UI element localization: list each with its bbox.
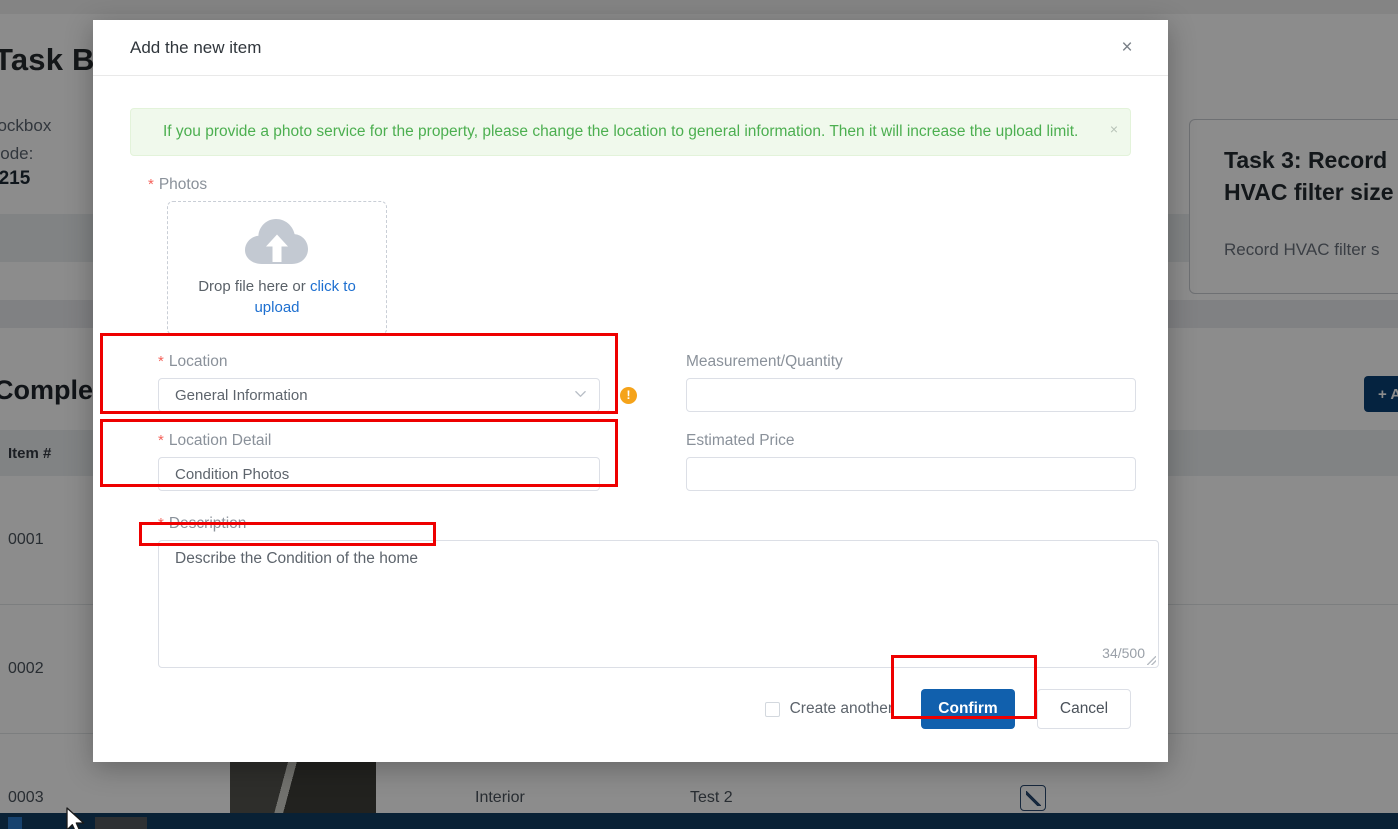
location-detail-field-group: * Location Detail Condition Photos	[158, 432, 637, 491]
estimated-price-label: Estimated Price	[686, 432, 795, 449]
modal-body: If you provide a photo service for the p…	[93, 76, 1168, 668]
required-marker: *	[158, 515, 164, 532]
description-character-counter: 34/500	[1102, 645, 1145, 661]
measurement-label: Measurement/Quantity	[686, 353, 843, 370]
confirm-button[interactable]: Confirm	[921, 689, 1015, 729]
modal-footer: Create another Confirm Cancel	[93, 668, 1168, 764]
description-field-group: * Description Describe the Condition of …	[158, 515, 1159, 668]
create-another-wrap[interactable]: Create another	[764, 700, 893, 718]
measurement-input[interactable]	[686, 378, 1136, 412]
location-label-text: Location	[168, 353, 228, 370]
description-value: Describe the Condition of the home	[175, 550, 418, 567]
required-marker: *	[158, 353, 164, 370]
form-column-right: Measurement/Quantity Estimated Price	[686, 353, 1136, 511]
create-another-checkbox[interactable]	[764, 701, 780, 717]
photos-label: * Photos	[148, 176, 1131, 194]
photo-upload-dropzone[interactable]: Drop file here or click to upload	[167, 201, 387, 335]
description-textarea[interactable]: Describe the Condition of the home 34/50…	[158, 540, 1159, 668]
location-detail-input[interactable]: Condition Photos	[158, 457, 600, 491]
cloud-upload-icon	[242, 218, 312, 270]
form-grid: * Location General Information ! * Locat…	[130, 353, 1136, 511]
chevron-down-icon[interactable]	[574, 387, 587, 403]
alert-close-icon[interactable]: ×	[1110, 122, 1118, 136]
location-field-group: * Location General Information !	[158, 353, 637, 412]
location-select[interactable]: General Information	[158, 378, 600, 412]
upload-drop-text: Drop file here or	[198, 278, 310, 295]
form-column-left: * Location General Information ! * Locat…	[158, 353, 637, 511]
estimated-price-input[interactable]	[686, 457, 1136, 491]
create-another-label: Create another	[789, 700, 893, 717]
description-label: * Description	[158, 515, 1159, 533]
resize-handle-icon[interactable]	[1147, 656, 1156, 665]
alert-message: If you provide a photo service for the p…	[163, 123, 1079, 140]
modal-title: Add the new item	[130, 37, 262, 57]
measurement-field-group: Measurement/Quantity	[686, 353, 1136, 412]
add-new-item-modal: Add the new item × If you provide a phot…	[93, 20, 1168, 762]
required-marker: *	[148, 176, 154, 193]
required-marker: *	[158, 432, 164, 449]
description-label-text: Description	[168, 515, 247, 532]
location-selected-value: General Information	[175, 386, 308, 404]
info-alert: If you provide a photo service for the p…	[130, 108, 1131, 156]
estimated-price-field-group: Estimated Price	[686, 432, 1136, 491]
close-icon[interactable]: ×	[1114, 35, 1140, 61]
location-detail-label: * Location Detail	[158, 432, 637, 450]
warning-icon[interactable]: !	[620, 386, 637, 404]
upload-instruction: Drop file here or click to upload	[192, 276, 362, 318]
photos-label-text: Photos	[158, 176, 208, 193]
location-input-wrap: General Information !	[158, 378, 637, 412]
location-label: * Location	[158, 353, 637, 371]
location-detail-label-text: Location Detail	[168, 432, 272, 449]
cancel-button[interactable]: Cancel	[1037, 689, 1131, 729]
modal-header: Add the new item ×	[93, 20, 1168, 76]
